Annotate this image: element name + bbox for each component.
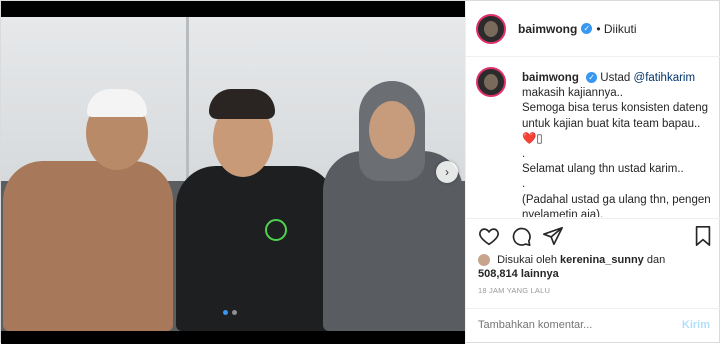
caption-line: untuk kajian buat kita team bapau.. [522, 117, 701, 130]
action-bar [478, 225, 714, 249]
avatar[interactable] [476, 67, 506, 97]
caption: baimwong ✓ Ustad @fatihkarim makasih kaj… [476, 67, 716, 217]
liker-avatar[interactable] [478, 254, 490, 267]
comment-bar: Kirim [466, 308, 720, 344]
carousel-indicator [223, 310, 237, 315]
likes-summary: Disukai oleh kerenina_sunny dan 508,814 … [478, 253, 714, 281]
caption-username[interactable]: baimwong [522, 72, 579, 84]
caption-line: (Padahal ustad ga ulang thn, pengen [522, 193, 711, 206]
comment-input[interactable] [478, 319, 668, 331]
verified-icon: ✓ [581, 23, 593, 34]
caption-prefix: Ustad [600, 72, 631, 84]
post-photo[interactable]: › [1, 1, 465, 344]
post-modal: › baimwong ✓ • Diikuti baimwong ✓ Ustad … [0, 0, 720, 344]
carousel-dot [223, 310, 228, 315]
wall-panel-line [186, 17, 189, 187]
liker-username[interactable]: kerenina_sunny [560, 254, 644, 266]
likes-connector: dan [646, 254, 666, 266]
share-icon[interactable] [542, 225, 564, 247]
likes-prefix: Disukai oleh [497, 254, 557, 266]
post-timestamp[interactable]: 18 JAM YANG LALU [478, 286, 550, 295]
caption-line: makasih kajiannya.. [522, 87, 623, 100]
verified-icon: ✓ [586, 72, 598, 84]
caption-line: . [522, 148, 526, 161]
bookmark-icon[interactable] [692, 225, 714, 247]
divider [466, 218, 720, 219]
mention-link[interactable]: @fatihkarim [634, 72, 696, 84]
carousel-next-button[interactable]: › [436, 161, 458, 183]
header-username[interactable]: baimwong [518, 22, 577, 36]
avatar[interactable] [476, 13, 506, 44]
caption-line: . [522, 178, 526, 191]
caption-line: Selamat ulang thn ustad karim.. [522, 163, 684, 176]
likes-suffix[interactable]: lainnya [521, 268, 559, 280]
caption-line: nyelametin aja). [522, 208, 604, 217]
heart-icon[interactable] [478, 225, 500, 247]
post-header: baimwong ✓ • Diikuti [466, 1, 720, 57]
caption-text: baimwong ✓ Ustad @fatihkarim makasih kaj… [522, 71, 716, 217]
carousel-dot [232, 310, 237, 315]
likes-count[interactable]: 508,814 [478, 268, 518, 280]
caption-line: Semoga bisa terus konsisten dateng [522, 102, 709, 115]
post-sidebar: baimwong ✓ • Diikuti baimwong ✓ Ustad @f… [465, 1, 720, 344]
follow-status[interactable]: • Diikuti [596, 22, 636, 36]
caption-line: ❤️▯ [522, 132, 543, 145]
chevron-right-icon: › [445, 165, 449, 179]
post-comment-button[interactable]: Kirim [682, 319, 710, 331]
comment-icon[interactable] [510, 225, 532, 247]
